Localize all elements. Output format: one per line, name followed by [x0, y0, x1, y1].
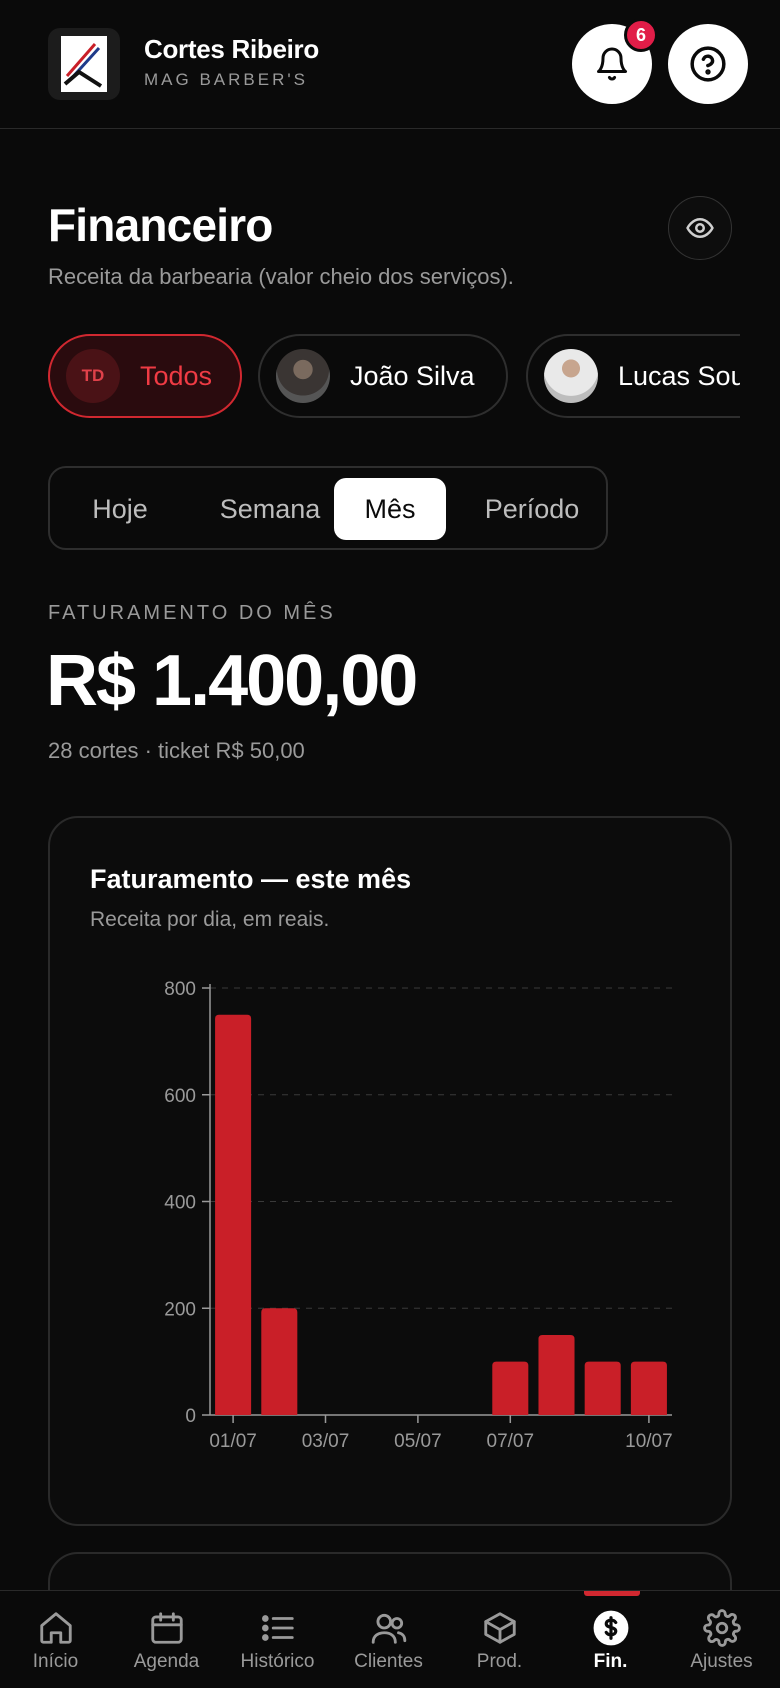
gear-icon [702, 1609, 741, 1647]
y-tick-label: 200 [164, 1299, 196, 1320]
home-icon [39, 1612, 72, 1644]
shop-name: MAG BARBER'S [144, 70, 308, 89]
filter-chip-joao-silva[interactable]: João Silva [258, 334, 508, 418]
bar [215, 1014, 252, 1415]
bar [584, 1361, 621, 1415]
nav-item-financeiro[interactable]: Fin. [555, 1591, 666, 1688]
avatar [544, 349, 598, 403]
x-tick-label: 01/07 [209, 1431, 257, 1452]
bar [630, 1361, 667, 1415]
period-tab-hoje[interactable]: Hoje [60, 478, 180, 540]
filter-chip-lucas[interactable]: Lucas Sou [526, 334, 740, 418]
shop-logo[interactable] [48, 28, 120, 100]
nav-item-ajustes[interactable]: Ajustes [666, 1591, 777, 1688]
period-selector: Hoje Semana Mês Período [48, 466, 608, 550]
nav-label: Histórico [240, 1651, 315, 1672]
y-tick-label: 0 [185, 1406, 196, 1427]
bar [492, 1361, 529, 1415]
help-button[interactable] [668, 24, 748, 104]
x-tick-label: 07/07 [487, 1431, 535, 1452]
y-tick-label: 800 [164, 979, 196, 1000]
app-header: Cortes Ribeiro MAG BARBER'S 6 [0, 0, 780, 129]
nav-item-historico[interactable]: Histórico [222, 1591, 333, 1688]
barber-filter-chips: TD Todos João Silva Lucas Sou [48, 334, 740, 418]
users-icon [371, 1613, 406, 1644]
chip-label: João Silva [350, 360, 475, 391]
revenue-label: FATURAMENTO DO MÊS [48, 602, 336, 624]
avatar-initials: TD [66, 349, 120, 403]
revenue-bar-chart: 0 200 400 600 800 01/07 03/07 05/07 07/07 10/07 [164, 979, 673, 1452]
nav-item-inicio[interactable]: Início [0, 1591, 111, 1688]
toggle-visibility-button[interactable] [668, 196, 732, 260]
period-tab-semana[interactable]: Semana [190, 478, 350, 540]
calendar-icon [150, 1612, 183, 1644]
period-tab-mes[interactable]: Mês [334, 478, 446, 540]
revenue-chart-card: Faturamento — este mês Receita por dia, … [48, 816, 732, 1526]
list-icon [261, 1615, 294, 1641]
x-tick-label: 10/07 [625, 1431, 673, 1452]
nav-item-clientes[interactable]: Clientes [333, 1591, 444, 1688]
avatar [276, 349, 330, 403]
page-title: Financeiro [48, 199, 273, 251]
nav-item-agenda[interactable]: Agenda [111, 1591, 222, 1688]
nav-label: Ajustes [690, 1651, 753, 1672]
y-tick-label: 600 [164, 1086, 196, 1107]
y-tick-label: 400 [164, 1193, 196, 1214]
nav-label: Clientes [354, 1651, 423, 1672]
finance-icon [593, 1610, 628, 1646]
nav-label: Agenda [133, 1651, 200, 1672]
bell-icon [597, 47, 627, 81]
help-icon [690, 46, 726, 82]
user-name: Cortes Ribeiro [144, 34, 319, 64]
chip-label: Todos [140, 360, 213, 391]
revenue-meta: 28 cortes · ticket R$ 50,00 [48, 738, 305, 763]
eye-icon [686, 218, 714, 238]
nav-label: Fin. [593, 1651, 628, 1672]
nav-label: Início [32, 1651, 79, 1672]
page-subtitle: Receita da barbearia (valor cheio dos se… [48, 264, 514, 289]
bar [538, 1334, 575, 1415]
filter-chip-todos[interactable]: TD Todos [48, 334, 242, 418]
bottom-navigation: Início Agenda Histórico Clientes Prod. F… [0, 1590, 780, 1688]
barber-logo-icon [61, 36, 107, 92]
x-tick-label: 05/07 [394, 1431, 442, 1452]
nav-label: Prod. [476, 1651, 523, 1672]
notification-badge: 6 [624, 18, 658, 52]
revenue-value: R$ 1.400,00 [46, 641, 418, 721]
chip-label: Lucas Sou [618, 360, 740, 391]
nav-item-produtos[interactable]: Prod. [444, 1591, 555, 1688]
period-tab-periodo[interactable]: Período [462, 478, 602, 540]
bar [261, 1308, 298, 1415]
x-tick-label: 03/07 [302, 1431, 350, 1452]
box-icon [483, 1612, 516, 1644]
